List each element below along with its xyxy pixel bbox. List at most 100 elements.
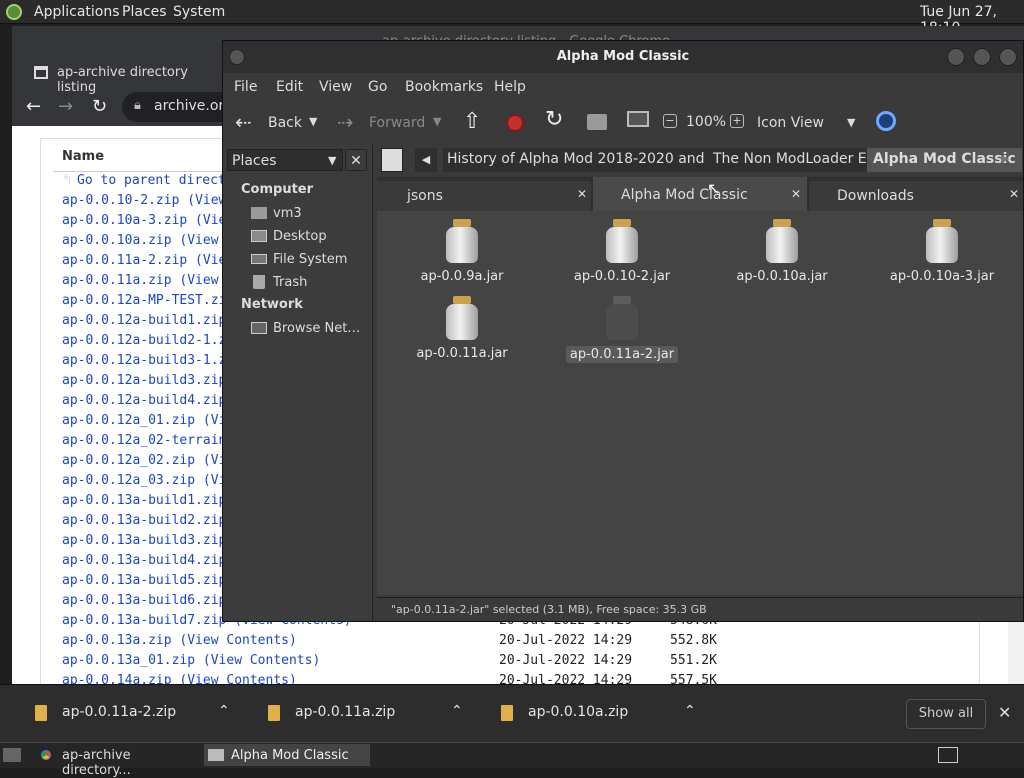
computer-icon[interactable] xyxy=(627,111,649,127)
file-link[interactable]: ap-0.0.13a-build1.zip xyxy=(62,493,226,508)
listing-row[interactable]: ap-0.0.13a_01.zip (View Contents) 20-Jul-… xyxy=(62,653,717,673)
reload-icon[interactable]: ↻ xyxy=(92,96,107,117)
title-bar[interactable]: Alpha Mod Classic xyxy=(223,41,1023,73)
breadcrumb-non-modloader[interactable]: The Non ModLoader Era xyxy=(709,148,885,172)
file-link[interactable]: ap-0.0.11a.zip xyxy=(62,273,172,288)
back-button[interactable]: ⇠ Back ▼ xyxy=(231,109,327,137)
maximize-icon[interactable] xyxy=(973,48,991,66)
sidebar-item-browse-network[interactable]: Browse Net… xyxy=(251,318,371,340)
workspace-switcher-icon[interactable] xyxy=(938,747,958,763)
file-link[interactable]: ap-0.0.13a-build4.zip xyxy=(62,553,226,568)
listing-row[interactable]: ap-0.0.12a-MP-TEST.zip xyxy=(62,293,234,313)
back-dropdown-icon[interactable]: ▼ xyxy=(309,115,317,128)
sidebar-item-trash[interactable]: Trash xyxy=(251,272,369,294)
zoom-in-icon[interactable]: + xyxy=(730,114,744,128)
file-link[interactable]: ap-0.0.12a-build1.zip xyxy=(62,313,226,328)
download-item[interactable]: ap-0.0.11a.zip ⌃ xyxy=(265,701,475,727)
search-icon[interactable] xyxy=(876,111,896,131)
distro-logo-icon[interactable] xyxy=(6,4,22,20)
chevron-up-icon[interactable]: ⌃ xyxy=(684,703,696,719)
menu-help[interactable]: Help xyxy=(494,79,526,95)
menu-go[interactable]: Go xyxy=(368,79,387,95)
sidebar-item-file-system[interactable]: File System xyxy=(251,249,369,271)
browser-tab[interactable]: ap-archive directory listing xyxy=(22,56,227,95)
file-item[interactable]: ap-0.0.10a-3.jar xyxy=(867,219,1017,284)
listing-row[interactable]: ap-0.0.12a-build4.zip xyxy=(62,393,226,413)
file-link[interactable]: ap-0.0.12a-build4.zip xyxy=(62,393,226,408)
listing-row[interactable]: ap-0.0.12a-build2-1.zip xyxy=(62,333,242,353)
menu-edit[interactable]: Edit xyxy=(276,79,303,95)
listing-row[interactable]: ap-0.0.13a-build5.zip xyxy=(62,573,226,593)
tab-close-icon[interactable]: ✕ xyxy=(1009,187,1019,201)
scrollbar[interactable] xyxy=(1008,622,1024,684)
sidebar-item-vm3[interactable]: vm3 xyxy=(251,203,369,225)
home-icon[interactable] xyxy=(587,114,607,130)
file-item[interactable]: ap-0.0.10-2.jar xyxy=(547,219,697,284)
breadcrumb-current[interactable]: Alpha Mod Classic xyxy=(867,148,1022,172)
show-desktop-icon[interactable] xyxy=(3,748,21,762)
menu-file[interactable]: File xyxy=(234,79,257,95)
listing-row[interactable]: ap-0.0.13a-build6.zip xyxy=(62,593,226,613)
file-link[interactable]: ap-0.0.11a-2.zip xyxy=(62,253,187,268)
view-mode-select[interactable]: Icon View ▼ xyxy=(753,109,863,137)
back-icon[interactable]: ← xyxy=(26,96,41,117)
file-link[interactable]: ap-0.0.14a.zip xyxy=(62,673,172,684)
menu-bookmarks[interactable]: Bookmarks xyxy=(405,79,483,95)
breadcrumb-history[interactable]: History of Alpha Mod 2018-2020 and 2022 xyxy=(443,148,749,172)
view-contents-link[interactable]: View Contents xyxy=(187,633,289,648)
file-link[interactable]: ap-0.0.13a_01.zip xyxy=(62,653,195,668)
close-download-bar-icon[interactable]: ✕ xyxy=(998,703,1011,722)
tab-alpha-mod-classic[interactable]: Alpha Mod Classic ✕ xyxy=(593,177,807,211)
forward-button[interactable]: ⇢ Forward ▼ xyxy=(335,109,445,137)
view-contents-link[interactable]: View Contents xyxy=(187,673,289,684)
breadcrumb-right-icon[interactable]: ▶ xyxy=(1001,152,1009,165)
file-link[interactable]: ap-0.0.10a-3.zip xyxy=(62,213,187,228)
download-item[interactable]: ap-0.0.10a.zip ⌃ xyxy=(498,701,708,727)
listing-row[interactable]: ap-0.0.13a-build3.zip xyxy=(62,533,226,553)
file-item[interactable]: ap-0.0.9a.jar xyxy=(387,219,537,284)
tab-close-icon[interactable]: ✕ xyxy=(791,187,801,201)
chevron-up-icon[interactable]: ⌃ xyxy=(451,703,463,719)
minimize-icon[interactable] xyxy=(947,48,965,66)
chevron-up-icon[interactable]: ⌃ xyxy=(218,703,230,719)
tab-close-icon[interactable]: ✕ xyxy=(577,187,587,201)
stop-icon[interactable] xyxy=(506,114,524,132)
file-link[interactable]: ap-0.0.12a-build3-1.zip xyxy=(62,353,242,368)
file-item[interactable]: ap-0.0.10a.jar xyxy=(707,219,857,284)
file-item-selected[interactable]: ap-0.0.11a-2.jar xyxy=(547,296,697,363)
tab-downloads[interactable]: Downloads ✕ xyxy=(809,181,1023,211)
column-header-name[interactable]: Name xyxy=(62,149,104,164)
listing-row[interactable]: ap-0.0.13a.zip (View Contents) 20-Jul-202… xyxy=(62,633,717,653)
listing-row[interactable]: ap-0.0.13a-build2.zip xyxy=(62,513,226,533)
menu-places[interactable]: Places xyxy=(122,4,167,20)
taskbar-item-browser[interactable]: ap-archive directory... xyxy=(34,744,200,778)
file-link[interactable]: ap-0.0.10-2.zip xyxy=(62,193,179,208)
menu-applications[interactable]: Applications xyxy=(34,4,120,20)
file-link[interactable]: ap-0.0.13a-build5.zip xyxy=(62,573,226,588)
file-link[interactable]: ap-0.0.12a_03.zip xyxy=(62,473,195,488)
zoom-out-icon[interactable]: − xyxy=(663,114,677,128)
places-selector[interactable]: Places ▼ xyxy=(227,149,343,171)
file-link[interactable]: ap-0.0.13a-build2.zip xyxy=(62,513,226,528)
reload-icon[interactable]: ↻ xyxy=(545,107,563,132)
file-link[interactable]: ap-0.0.12a-MP-TEST.zip xyxy=(62,293,234,308)
file-link[interactable]: ap-0.0.13a-build7.zip xyxy=(62,613,226,628)
file-link[interactable]: ap-0.0.10a.zip xyxy=(62,233,172,248)
listing-row[interactable]: ap-0.0.12a-build3-1.zip xyxy=(62,353,242,373)
file-link[interactable]: ap-0.0.13a.zip xyxy=(62,633,172,648)
file-link[interactable]: ap-0.0.13a-build6.zip xyxy=(62,593,226,608)
breadcrumb-left-icon[interactable]: ◀ xyxy=(415,148,437,172)
sidebar-item-desktop[interactable]: Desktop xyxy=(251,226,369,248)
edit-location-icon[interactable] xyxy=(381,148,403,172)
close-sidebar-icon[interactable]: ✕ xyxy=(345,149,367,171)
taskbar-item-file-manager[interactable]: Alpha Mod Classic xyxy=(204,744,370,766)
close-icon[interactable] xyxy=(999,48,1017,66)
file-link[interactable]: ap-0.0.12a_02.zip xyxy=(62,453,195,468)
forward-icon[interactable]: → xyxy=(58,96,73,117)
file-link[interactable]: ap-0.0.13a-build3.zip xyxy=(62,533,226,548)
file-link[interactable]: ap-0.0.12a-build3.zip xyxy=(62,373,226,388)
file-link[interactable]: ap-0.0.12a_01.zip xyxy=(62,413,195,428)
listing-row[interactable]: ap-0.0.13a-build1.zip xyxy=(62,493,226,513)
listing-row[interactable]: ap-0.0.12a-build3.zip xyxy=(62,373,226,393)
icon-view[interactable]: ap-0.0.9a.jar ap-0.0.10-2.jar ap-0.0.10a… xyxy=(377,211,1023,595)
